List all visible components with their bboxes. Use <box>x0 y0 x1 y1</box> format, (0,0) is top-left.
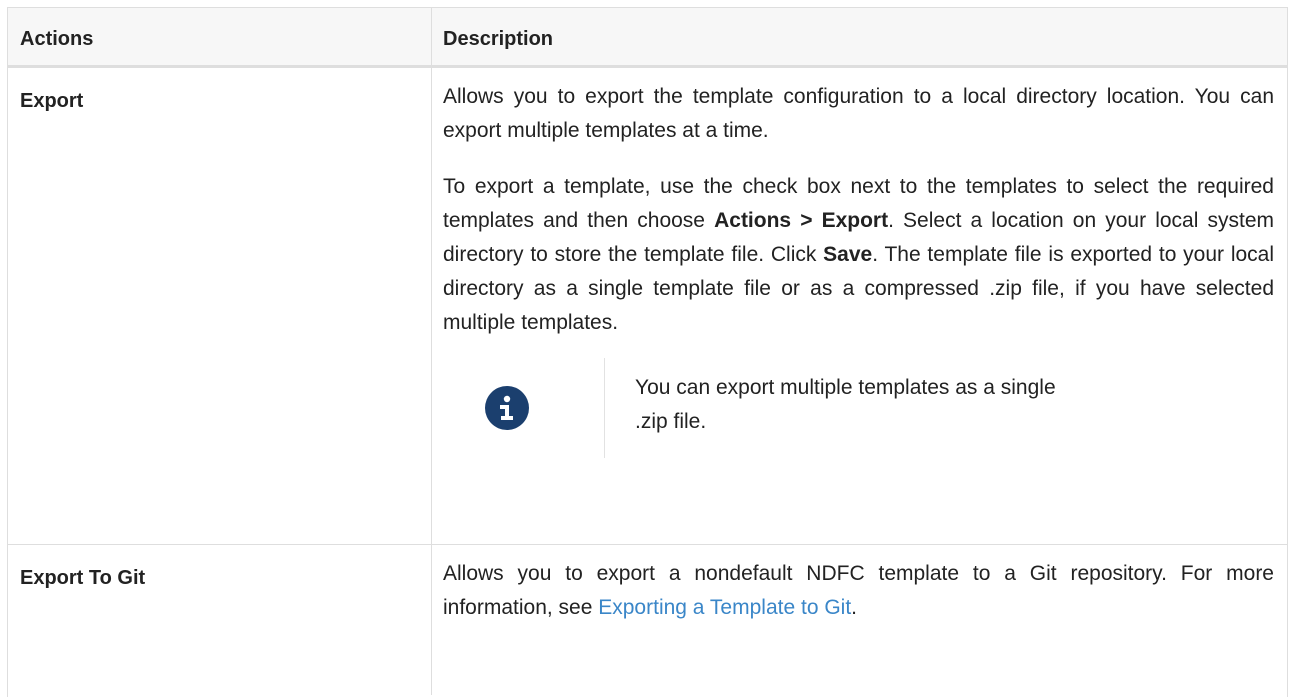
save-label: Save <box>823 243 873 266</box>
export-description-paragraph-2: To export a template, use the check box … <box>443 170 1274 340</box>
actions-cell: Export <box>8 68 432 544</box>
table-row-export-to-git: Export To Git Allows you to export a non… <box>8 545 1287 695</box>
action-name-export-to-git: Export To Git <box>20 567 146 589</box>
export-to-git-description: Allows you to export a nondefault NDFC t… <box>443 545 1274 625</box>
description-cell: Allows you to export a nondefault NDFC t… <box>432 545 1287 695</box>
table-row-export: Export Allows you to export the template… <box>8 68 1287 545</box>
note-divider <box>604 358 605 458</box>
git-text-b: . <box>851 596 858 619</box>
header-actions: Actions <box>8 8 432 65</box>
note-text: You can export multiple templates as a s… <box>635 376 1056 433</box>
info-note: You can export multiple templates as a s… <box>443 346 1274 466</box>
actions-export-menu-path: Actions > Export <box>714 209 889 232</box>
exporting-template-to-git-link[interactable]: Exporting a Template to Git <box>598 596 851 619</box>
action-name-export: Export <box>20 90 84 112</box>
actions-table: Actions Description Export Allows you to… <box>7 7 1288 697</box>
header-description: Description <box>443 28 554 50</box>
export-description-paragraph-1: Allows you to export the template config… <box>443 85 1274 142</box>
info-icon <box>485 386 529 430</box>
git-text-a: Allows you to export a nondefault NDFC t… <box>443 562 1274 619</box>
actions-cell: Export To Git <box>8 545 432 695</box>
table-header-row: Actions Description <box>8 8 1287 68</box>
description-cell: Allows you to export the template config… <box>432 68 1287 544</box>
